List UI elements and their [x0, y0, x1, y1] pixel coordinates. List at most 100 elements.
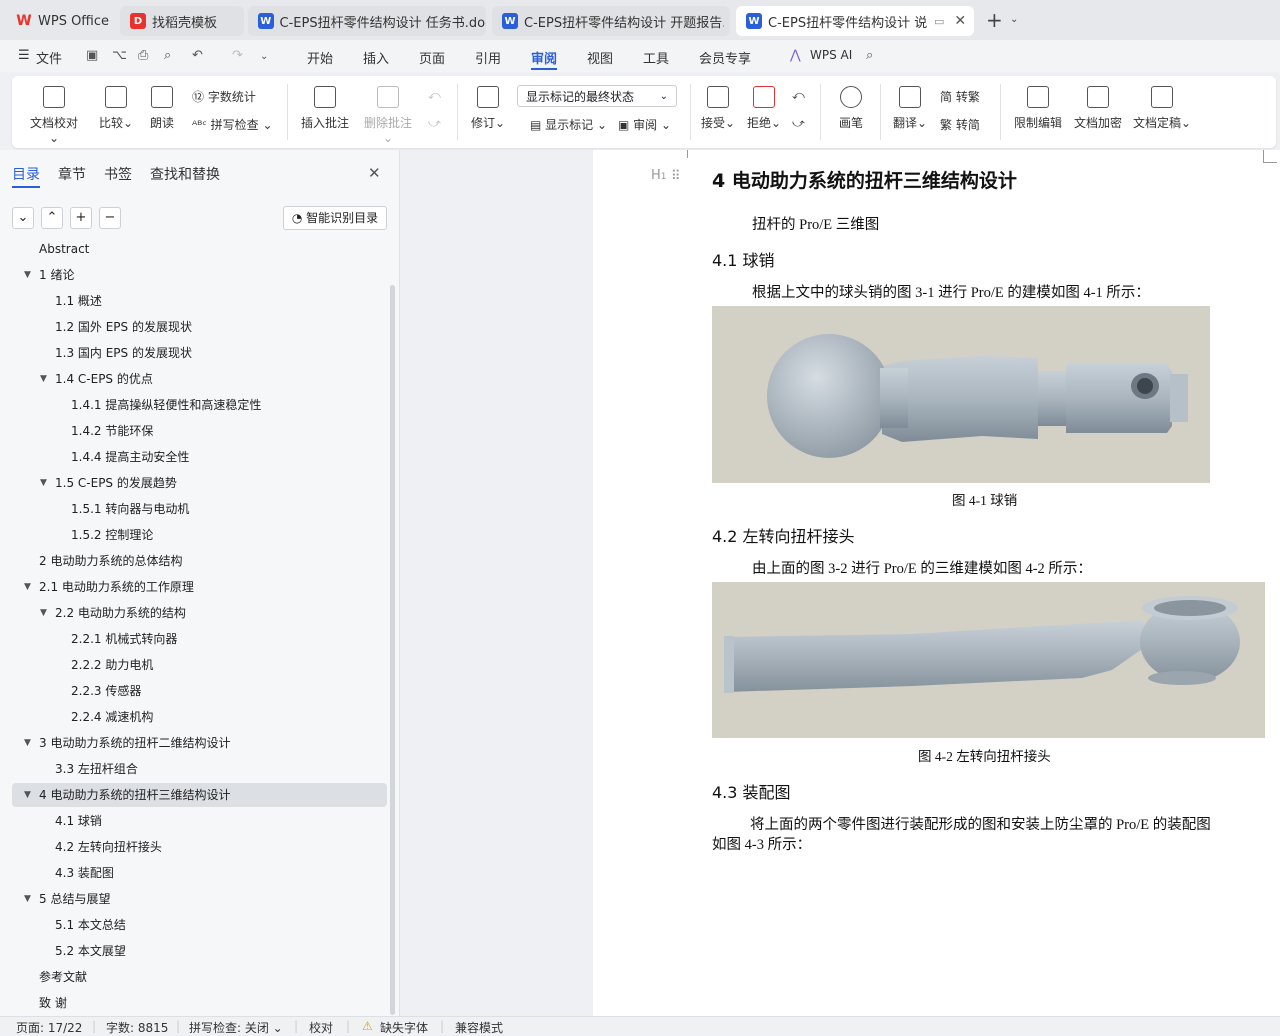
tab-chapters[interactable]: 章节 [58, 164, 86, 184]
drag-handle-icon[interactable]: ⠿ [671, 168, 681, 184]
toc-item[interactable]: 参考文献 [0, 964, 380, 990]
toc-scrollbar[interactable] [390, 285, 395, 1015]
toc-item[interactable]: 1.5.2 控制理论 [0, 522, 380, 548]
read-aloud-button[interactable]: 朗读 [148, 86, 176, 131]
smart-toc-button[interactable]: ◔ 智能识别目录 [283, 206, 387, 230]
revise-button[interactable]: 修订⌄ [470, 86, 506, 131]
chevron-down-icon[interactable]: ⌄ [1010, 14, 1018, 25]
menu-reference[interactable]: 引用 [475, 48, 501, 67]
encrypt-button[interactable]: 文档加密 [1072, 86, 1124, 131]
add-heading-button[interactable]: + [70, 207, 92, 229]
print-icon[interactable]: ⎙ [138, 48, 148, 63]
tab-bookmarks[interactable]: 书签 [104, 164, 132, 184]
tab-wps-office[interactable]: W WPS Office [6, 6, 116, 36]
toc-item[interactable]: Abstract [0, 240, 380, 262]
to-traditional-button[interactable]: 简 转繁 [940, 88, 980, 105]
toc-item[interactable]: ▼ 3 电动助力系统的扭杆二维结构设计 [0, 730, 380, 756]
menu-tools[interactable]: 工具 [643, 48, 669, 67]
expand-arrow-icon[interactable]: ▼ [40, 366, 47, 392]
search-icon[interactable]: ⌕ [866, 48, 873, 63]
tab-manual-doc[interactable]: W C-EPS扭杆零件结构设计 说明 ▭ ✕ [736, 6, 974, 36]
collapse-up-button[interactable]: ⌃ [41, 207, 63, 229]
toc-item[interactable]: 1.4.2 节能环保 [0, 418, 380, 444]
toc-item[interactable]: ▼ 1.4 C-EPS 的优点 [0, 366, 380, 392]
pen-button[interactable]: 画笔 [834, 86, 868, 131]
spell-check-button[interactable]: ᴬᴮᶜ 拼写检查 ⌄ [192, 116, 273, 133]
translate-button[interactable]: 翻译⌄ [892, 86, 928, 131]
expand-arrow-icon[interactable]: ▼ [40, 470, 47, 496]
toc-item[interactable]: 1.2 国外 EPS 的发展现状 [0, 314, 380, 340]
compare-button[interactable]: 比较⌄ [98, 86, 134, 131]
toc-item[interactable]: 1.1 概述 [0, 288, 380, 314]
menu-wps-ai[interactable]: WPS AI [810, 48, 852, 62]
expand-arrow-icon[interactable]: ▼ [24, 574, 31, 600]
undo-icon[interactable]: ↶ [192, 48, 203, 63]
close-icon[interactable]: ✕ [368, 164, 381, 182]
menu-start[interactable]: 开始 [307, 48, 333, 67]
menu-view[interactable]: 视图 [587, 48, 613, 67]
tab-find-replace[interactable]: 查找和替换 [150, 164, 220, 184]
toc-item[interactable]: ▼ 2.1 电动助力系统的工作原理 [0, 574, 380, 600]
proof-status[interactable]: 校对 [309, 1019, 333, 1036]
page-indicator[interactable]: 页面: 17/22 [16, 1019, 82, 1036]
toc-item[interactable]: 1.4.1 提高操纵轻便性和高速稳定性 [0, 392, 380, 418]
document-page[interactable]: H1 ⠿ 4 电动助力系统的扭杆三维结构设计 扭杆的 Pro/E 三维图 4.1… [593, 150, 1280, 1016]
toc-item[interactable]: ▼ 1.5 C-EPS 的发展趋势 [0, 470, 380, 496]
toc-item[interactable]: 1.5.1 转向器与电动机 [0, 496, 380, 522]
toc-item[interactable]: ▼ 5 总结与展望 [0, 886, 380, 912]
menu-insert[interactable]: 插入 [363, 48, 389, 67]
remove-heading-button[interactable]: − [99, 207, 121, 229]
to-simplified-button[interactable]: 繁 转简 [940, 116, 980, 133]
toc-item[interactable]: 2 电动助力系统的总体结构 [0, 548, 380, 574]
toc-item[interactable]: 1.3 国内 EPS 的发展现状 [0, 340, 380, 366]
expand-arrow-icon[interactable]: ▼ [24, 730, 31, 756]
show-markup-button[interactable]: ▤ 显示标记 ⌄ [530, 116, 607, 133]
toc-item[interactable]: 4.1 球销 [0, 808, 380, 834]
tab-docer[interactable]: D 找稻壳模板 [120, 6, 244, 36]
tab-task-doc[interactable]: W C-EPS扭杆零件结构设计 任务书.doc [248, 6, 486, 36]
new-tab-icon[interactable]: + [986, 8, 1003, 32]
save-icon[interactable]: ▣ [86, 48, 98, 63]
toc-item[interactable]: 1.4.4 提高主动安全性 [0, 444, 380, 470]
toc-item[interactable]: 4.3 装配图 [0, 860, 380, 886]
menu-member[interactable]: 会员专享 [699, 48, 751, 67]
hamburger-icon[interactable]: ☰ [18, 48, 30, 63]
missing-font-status[interactable]: 缺失字体 [380, 1019, 428, 1036]
prev-change-icon[interactable]: ⤺ [792, 88, 805, 103]
close-icon[interactable]: ✕ [954, 13, 966, 29]
finalize-button[interactable]: 文档定稿⌄ [1132, 86, 1192, 131]
toc-item[interactable]: 5.2 本文展望 [0, 938, 380, 964]
toc-item[interactable]: 2.2.3 传感器 [0, 678, 380, 704]
expand-arrow-icon[interactable]: ▼ [24, 782, 31, 808]
toc-item[interactable]: 2.2.1 机械式转向器 [0, 626, 380, 652]
insert-comment-button[interactable]: 插入批注 [300, 86, 350, 131]
toc-item[interactable]: 致 谢 [0, 990, 380, 1016]
preview-icon[interactable]: ⌕ [164, 48, 171, 63]
markup-state-select[interactable]: 显示标记的最终状态 ⌄ [517, 85, 677, 107]
toc-item[interactable]: 5.1 本文总结 [0, 912, 380, 938]
menu-review[interactable]: 审阅 [531, 48, 558, 70]
spell-check-status[interactable]: 拼写检查: 关闭 ⌄ [189, 1019, 283, 1036]
expand-arrow-icon[interactable]: ▼ [24, 262, 31, 288]
menu-page[interactable]: 页面 [419, 48, 445, 67]
accept-button[interactable]: 接受⌄ [700, 86, 736, 131]
share-icon[interactable]: ⌥ [112, 48, 127, 63]
reject-button[interactable]: 拒绝⌄ [746, 86, 782, 131]
expand-arrow-icon[interactable]: ▼ [24, 886, 31, 912]
restrict-edit-button[interactable]: 限制编辑 [1012, 86, 1064, 131]
toc-item[interactable]: 2.2.2 助力电机 [0, 652, 380, 678]
word-count-button[interactable]: ⑫ 字数统计 [192, 88, 256, 105]
toc-item[interactable]: ▼ 4 电动助力系统的扭杆三维结构设计 [0, 782, 380, 808]
review-pane-button[interactable]: ▣ 审阅 ⌄ [618, 116, 671, 133]
tab-proposal-doc[interactable]: W C-EPS扭杆零件结构设计 开题报告.dc [492, 6, 730, 36]
expand-down-button[interactable]: ⌄ [12, 207, 34, 229]
toc-item[interactable]: 2.2.4 减速机构 [0, 704, 380, 730]
word-count-indicator[interactable]: 字数: 8815 [106, 1019, 168, 1036]
toc-item[interactable]: ▼ 2.2 电动助力系统的结构 [0, 600, 380, 626]
chevron-down-icon[interactable]: ⌄ [260, 51, 268, 62]
proofread-button[interactable]: 文档校对⌄ [28, 86, 80, 145]
tab-toc[interactable]: 目录 [12, 164, 40, 188]
menu-file[interactable]: 文件 [36, 48, 62, 67]
expand-arrow-icon[interactable]: ▼ [40, 600, 47, 626]
toc-item[interactable]: ▼ 1 绪论 [0, 262, 380, 288]
